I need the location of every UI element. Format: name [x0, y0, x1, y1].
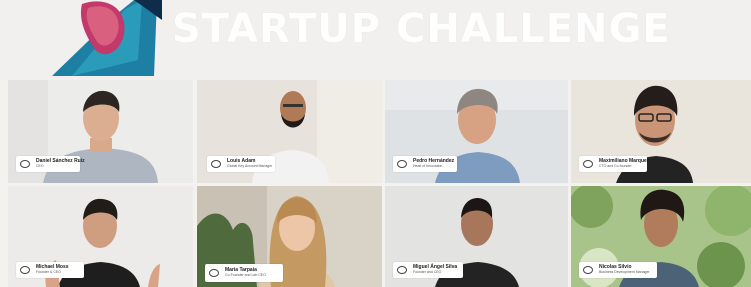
challenge-logo-icon: [52, 0, 162, 76]
participant-role: CEO: [36, 164, 44, 169]
participant-icon: [20, 266, 30, 274]
participant-video-tile[interactable]: Pedro Hernández Head of Innovation: [385, 80, 568, 183]
name-tag: Maximiliano Marquez CTO and Co-founder: [579, 156, 649, 172]
name-tag: Louis Adam Global Key Account Manager: [207, 156, 275, 172]
participant-icon: [583, 160, 593, 168]
name-tag: Daniel Sánchez Ruiz CEO: [16, 156, 85, 172]
participant-video-tile[interactable]: Miguel Ángel Silva Founder and CEO: [385, 186, 568, 287]
participant-role: Founder and CEO: [413, 270, 442, 275]
participant-video-tile[interactable]: Nicolas Silvio Business Development Mana…: [571, 186, 751, 287]
participant-icon: [397, 266, 407, 274]
participant-video-tile[interactable]: Maximiliano Marquez CTO and Co-founder: [571, 80, 751, 183]
participant-icon: [583, 266, 593, 274]
participant-video-tile[interactable]: Louis Adam Global Key Account Manager: [197, 80, 382, 183]
name-tag: Maria Tarpaia Co-Founder and Lab CEO: [205, 264, 283, 282]
participant-video-tile[interactable]: Daniel Sánchez Ruiz CEO: [8, 80, 193, 183]
participant-icon: [397, 160, 407, 168]
event-banner: STARTUP CHALLENGE: [0, 0, 751, 80]
participant-role: Founder & CEO: [36, 270, 61, 275]
participant-video-tile[interactable]: Maria Tarpaia Co-Founder and Lab CEO: [197, 186, 382, 287]
participant-icon: [211, 160, 221, 168]
participant-role: CTO and Co-founder: [599, 164, 632, 169]
participant-role: Co-Founder and Lab CEO: [225, 273, 266, 278]
name-tag: Nicolas Silvio Business Development Mana…: [579, 262, 657, 278]
participant-video-tile[interactable]: Michael Moss Founder & CEO: [8, 186, 193, 287]
name-tag: Michael Moss Founder & CEO: [16, 262, 84, 278]
video-grid: Daniel Sánchez Ruiz CEO Louis Adam Globa…: [8, 80, 751, 287]
participant-role: Business Development Manager: [599, 270, 650, 275]
participant-icon: [20, 160, 30, 168]
participant-role: Head of Innovation: [413, 164, 443, 169]
participant-icon: [209, 269, 219, 277]
banner-title: STARTUP CHALLENGE: [172, 6, 671, 52]
name-tag: Miguel Ángel Silva Founder and CEO: [393, 262, 463, 278]
name-tag: Pedro Hernández Head of Innovation: [393, 156, 457, 172]
participant-role: Global Key Account Manager: [227, 164, 273, 169]
